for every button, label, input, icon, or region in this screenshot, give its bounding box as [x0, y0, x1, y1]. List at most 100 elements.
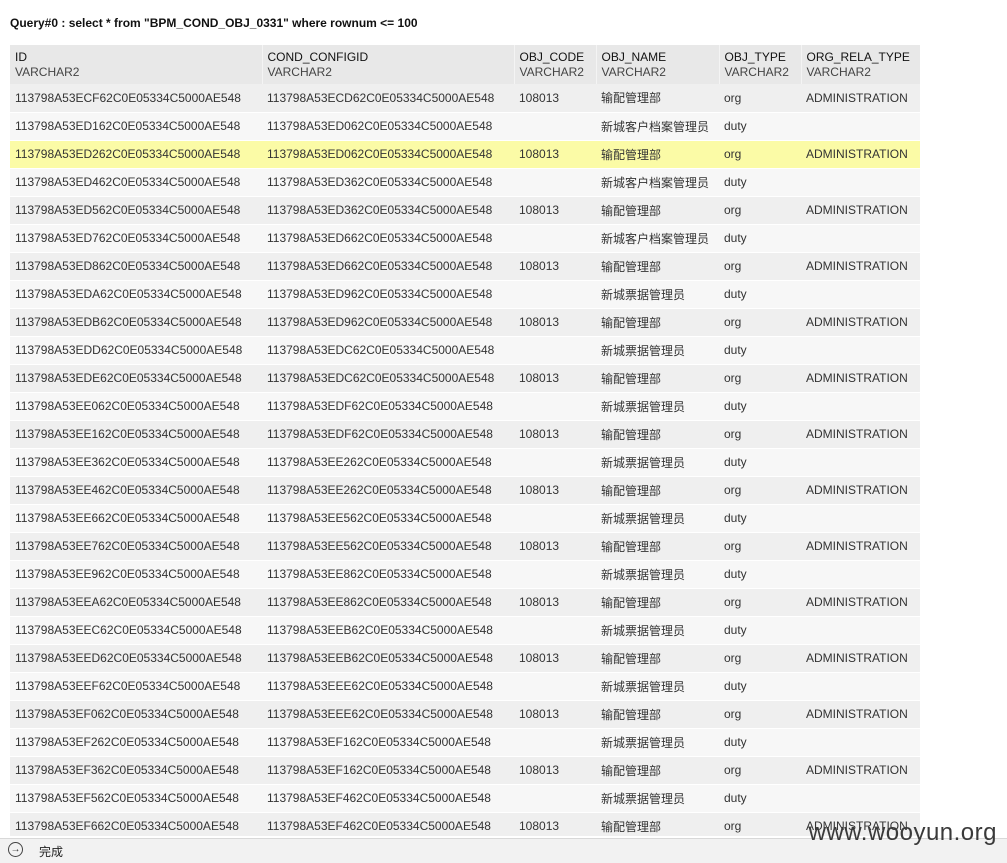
cell-org-rela-type: [801, 224, 920, 253]
column-name: OBJ_CODE: [519, 50, 585, 64]
cell-obj-code: [514, 112, 596, 141]
cell-org-rela-type: ADMINISTRATION: [801, 196, 920, 225]
cell-obj-name: 新城客户档案管理员: [596, 112, 719, 141]
column-type: VARCHAR2: [519, 65, 584, 79]
table-row[interactable]: 113798A53EF662C0E05334C5000AE548 113798A5…: [10, 812, 920, 836]
cell-cond-configid: 113798A53EE262C0E05334C5000AE548: [262, 448, 514, 477]
cell-id: 113798A53ED462C0E05334C5000AE548: [10, 168, 262, 197]
column-header-obj-type[interactable]: OBJ_TYPE VARCHAR2: [719, 45, 802, 84]
table-row[interactable]: 113798A53ED762C0E05334C5000AE548 113798A5…: [10, 224, 920, 253]
cell-obj-type: duty: [719, 560, 801, 589]
column-header-org-rela-type[interactable]: ORG_RELA_TYPE VARCHAR2: [801, 45, 920, 84]
cell-org-rela-type: ADMINISTRATION: [801, 140, 920, 169]
table-row[interactable]: 113798A53EE362C0E05334C5000AE548 113798A5…: [10, 448, 920, 477]
table-row[interactable]: 113798A53EF562C0E05334C5000AE548 113798A5…: [10, 784, 920, 813]
column-header-obj-name[interactable]: OBJ_NAME VARCHAR2: [596, 45, 720, 84]
table-row[interactable]: 113798A53ED462C0E05334C5000AE548 113798A5…: [10, 168, 920, 197]
column-name: COND_CONFIGID: [267, 50, 369, 64]
cell-org-rela-type: [801, 728, 920, 757]
cell-obj-name: 输配管理部: [596, 420, 719, 449]
cell-obj-type: org: [719, 476, 801, 505]
status-text: 完成: [39, 845, 64, 859]
cell-id: 113798A53EF262C0E05334C5000AE548: [10, 728, 262, 757]
table-row[interactable]: 113798A53EED62C0E05334C5000AE548 113798A5…: [10, 644, 920, 673]
cell-cond-configid: 113798A53EDF62C0E05334C5000AE548: [262, 392, 514, 421]
cell-id: 113798A53ED862C0E05334C5000AE548: [10, 252, 262, 281]
table-row[interactable]: 113798A53EDB62C0E05334C5000AE548 113798A5…: [10, 308, 920, 337]
table-row[interactable]: 113798A53ED262C0E05334C5000AE548 113798A5…: [10, 140, 920, 169]
table-row[interactable]: 113798A53ED862C0E05334C5000AE548 113798A5…: [10, 252, 920, 281]
column-name: ID: [15, 50, 27, 64]
cell-org-rela-type: ADMINISTRATION: [801, 364, 920, 393]
table-row[interactable]: 113798A53EEC62C0E05334C5000AE548 113798A5…: [10, 616, 920, 645]
table-row[interactable]: 113798A53EF362C0E05334C5000AE548 113798A5…: [10, 756, 920, 785]
cell-obj-code: 108013: [514, 532, 596, 561]
cell-id: 113798A53ED762C0E05334C5000AE548: [10, 224, 262, 253]
cell-obj-type: duty: [719, 168, 801, 197]
cell-org-rela-type: [801, 616, 920, 645]
column-type: VARCHAR2: [806, 65, 871, 79]
cell-cond-configid: 113798A53ED662C0E05334C5000AE548: [262, 224, 514, 253]
table-row[interactable]: 113798A53EE662C0E05334C5000AE548 113798A5…: [10, 504, 920, 533]
cell-obj-name: 新城票据管理员: [596, 616, 719, 645]
table-row[interactable]: 113798A53ECF62C0E05334C5000AE548 113798A5…: [10, 84, 920, 113]
table-row[interactable]: 113798A53ED162C0E05334C5000AE548 113798A5…: [10, 112, 920, 141]
header-row: ID VARCHAR2 COND_CONFIGID VARCHAR2 OBJ_C…: [10, 45, 920, 84]
cell-id: 113798A53EE062C0E05334C5000AE548: [10, 392, 262, 421]
cell-org-rela-type: [801, 504, 920, 533]
cell-cond-configid: 113798A53ED662C0E05334C5000AE548: [262, 252, 514, 281]
cell-cond-configid: 113798A53EE562C0E05334C5000AE548: [262, 532, 514, 561]
cell-obj-name: 新城票据管理员: [596, 336, 719, 365]
cell-obj-type: duty: [719, 448, 801, 477]
cell-id: 113798A53EF562C0E05334C5000AE548: [10, 784, 262, 813]
cell-id: 113798A53EF362C0E05334C5000AE548: [10, 756, 262, 785]
table-row[interactable]: 113798A53EDE62C0E05334C5000AE548 113798A5…: [10, 364, 920, 393]
cell-obj-name: 输配管理部: [596, 756, 719, 785]
table-row[interactable]: 113798A53EDD62C0E05334C5000AE548 113798A5…: [10, 336, 920, 365]
cell-obj-code: [514, 672, 596, 701]
table-row[interactable]: 113798A53EE762C0E05334C5000AE548 113798A5…: [10, 532, 920, 561]
table-row[interactable]: 113798A53EF262C0E05334C5000AE548 113798A5…: [10, 728, 920, 757]
table-row[interactable]: 113798A53EEF62C0E05334C5000AE548 113798A5…: [10, 672, 920, 701]
cell-obj-code: 108013: [514, 364, 596, 393]
cell-obj-name: 输配管理部: [596, 812, 719, 836]
cell-cond-configid: 113798A53EEE62C0E05334C5000AE548: [262, 672, 514, 701]
column-type: VARCHAR2: [601, 65, 666, 79]
cell-obj-type: org: [719, 532, 801, 561]
cell-obj-name: 输配管理部: [596, 476, 719, 505]
cell-cond-configid: 113798A53EE862C0E05334C5000AE548: [262, 588, 514, 617]
cell-obj-name: 输配管理部: [596, 196, 719, 225]
table-row[interactable]: 113798A53EDA62C0E05334C5000AE548 113798A5…: [10, 280, 920, 309]
column-header-cond-configid[interactable]: COND_CONFIGID VARCHAR2: [262, 45, 515, 84]
cell-obj-code: [514, 504, 596, 533]
table-row[interactable]: 113798A53EE162C0E05334C5000AE548 113798A5…: [10, 420, 920, 449]
cell-cond-configid: 113798A53EEB62C0E05334C5000AE548: [262, 616, 514, 645]
table-row[interactable]: 113798A53EF062C0E05334C5000AE548 113798A5…: [10, 700, 920, 729]
column-header-id[interactable]: ID VARCHAR2: [10, 45, 263, 84]
cell-cond-configid: 113798A53ECD62C0E05334C5000AE548: [262, 84, 514, 113]
cell-obj-type: duty: [719, 224, 801, 253]
cell-obj-code: 108013: [514, 252, 596, 281]
cell-id: 113798A53ED262C0E05334C5000AE548: [10, 140, 262, 169]
cell-id: 113798A53EDA62C0E05334C5000AE548: [10, 280, 262, 309]
cell-obj-type: org: [719, 756, 801, 785]
cell-obj-type: org: [719, 364, 801, 393]
cell-obj-type: org: [719, 812, 801, 836]
cell-id: 113798A53EED62C0E05334C5000AE548: [10, 644, 262, 673]
cell-obj-type: org: [719, 644, 801, 673]
table-row[interactable]: 113798A53EE962C0E05334C5000AE548 113798A5…: [10, 560, 920, 589]
table-row[interactable]: 113798A53EEA62C0E05334C5000AE548 113798A5…: [10, 588, 920, 617]
table-row[interactable]: 113798A53EE062C0E05334C5000AE548 113798A5…: [10, 392, 920, 421]
cell-obj-name: 新城客户档案管理员: [596, 168, 719, 197]
cell-obj-name: 新城票据管理员: [596, 784, 719, 813]
watermark: www.wooyun.org: [808, 819, 997, 846]
cell-org-rela-type: ADMINISTRATION: [801, 252, 920, 281]
column-header-obj-code[interactable]: OBJ_CODE VARCHAR2: [514, 45, 597, 84]
cell-id: 113798A53EEF62C0E05334C5000AE548: [10, 672, 262, 701]
cell-obj-type: duty: [719, 392, 801, 421]
cell-org-rela-type: [801, 784, 920, 813]
table-row[interactable]: 113798A53ED562C0E05334C5000AE548 113798A5…: [10, 196, 920, 225]
table-row[interactable]: 113798A53EE462C0E05334C5000AE548 113798A5…: [10, 476, 920, 505]
cell-obj-code: [514, 392, 596, 421]
cell-cond-configid: 113798A53ED062C0E05334C5000AE548: [262, 112, 514, 141]
